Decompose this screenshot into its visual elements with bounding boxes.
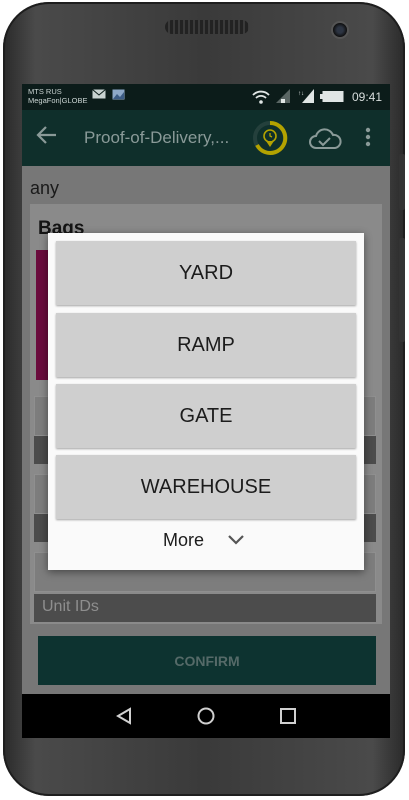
power-button	[399, 154, 405, 210]
option-warehouse-button[interactable]: WAREHOUSE	[56, 455, 356, 519]
svg-text:↑↓: ↑↓	[298, 91, 304, 97]
battery-icon	[320, 91, 344, 102]
nav-recents-icon[interactable]	[278, 706, 298, 726]
mail-icon	[92, 89, 106, 99]
screen-title: Proof-of-Delivery,...	[84, 128, 230, 147]
navigation-bar	[22, 694, 390, 738]
status-bar: MTS RUS MegaFon|GLOBE ↑↓ 09:41	[22, 84, 390, 110]
volume-button	[399, 238, 405, 342]
app-bar: Proof-of-Delivery,...	[22, 110, 390, 166]
option-gate-button[interactable]: GATE	[56, 384, 356, 448]
phone-frame: MTS RUS MegaFon|GLOBE ↑↓ 09:41 Proof-of-…	[3, 2, 405, 796]
image-icon	[112, 89, 125, 100]
chevron-down-icon	[228, 535, 244, 545]
front-camera	[331, 21, 349, 39]
unit-ids-placeholder[interactable]: Unit IDs	[42, 598, 99, 616]
confirm-button[interactable]: CONFIRM	[38, 636, 376, 685]
carrier-line-2: MegaFon|GLOBE	[28, 96, 88, 105]
back-arrow-icon[interactable]	[36, 124, 58, 146]
more-button[interactable]: More	[48, 529, 364, 565]
timer-icon[interactable]	[252, 120, 288, 156]
filter-text[interactable]: any	[30, 178, 59, 199]
carrier-line-1: MTS RUS	[28, 87, 62, 96]
cloud-check-icon[interactable]	[308, 126, 342, 152]
wifi-icon	[252, 90, 270, 104]
nav-back-icon[interactable]	[114, 706, 134, 726]
location-picker-dialog: YARD RAMP GATE WAREHOUSE More	[48, 233, 364, 570]
nav-home-icon[interactable]	[196, 706, 216, 726]
earpiece-speaker	[165, 20, 249, 34]
screen: MTS RUS MegaFon|GLOBE ↑↓ 09:41 Proof-of-…	[22, 84, 390, 738]
more-label: More	[162, 529, 204, 550]
more-vert-icon[interactable]	[364, 126, 372, 148]
option-ramp-button[interactable]: RAMP	[56, 313, 356, 377]
option-yard-button[interactable]: YARD	[56, 241, 356, 305]
carrier-info: MTS RUS MegaFon|GLOBE	[28, 87, 87, 105]
signal-1-icon	[276, 89, 290, 103]
clock: 09:41	[351, 90, 382, 104]
section-stripe	[36, 250, 48, 380]
signal-2-icon: ↑↓	[298, 89, 314, 103]
